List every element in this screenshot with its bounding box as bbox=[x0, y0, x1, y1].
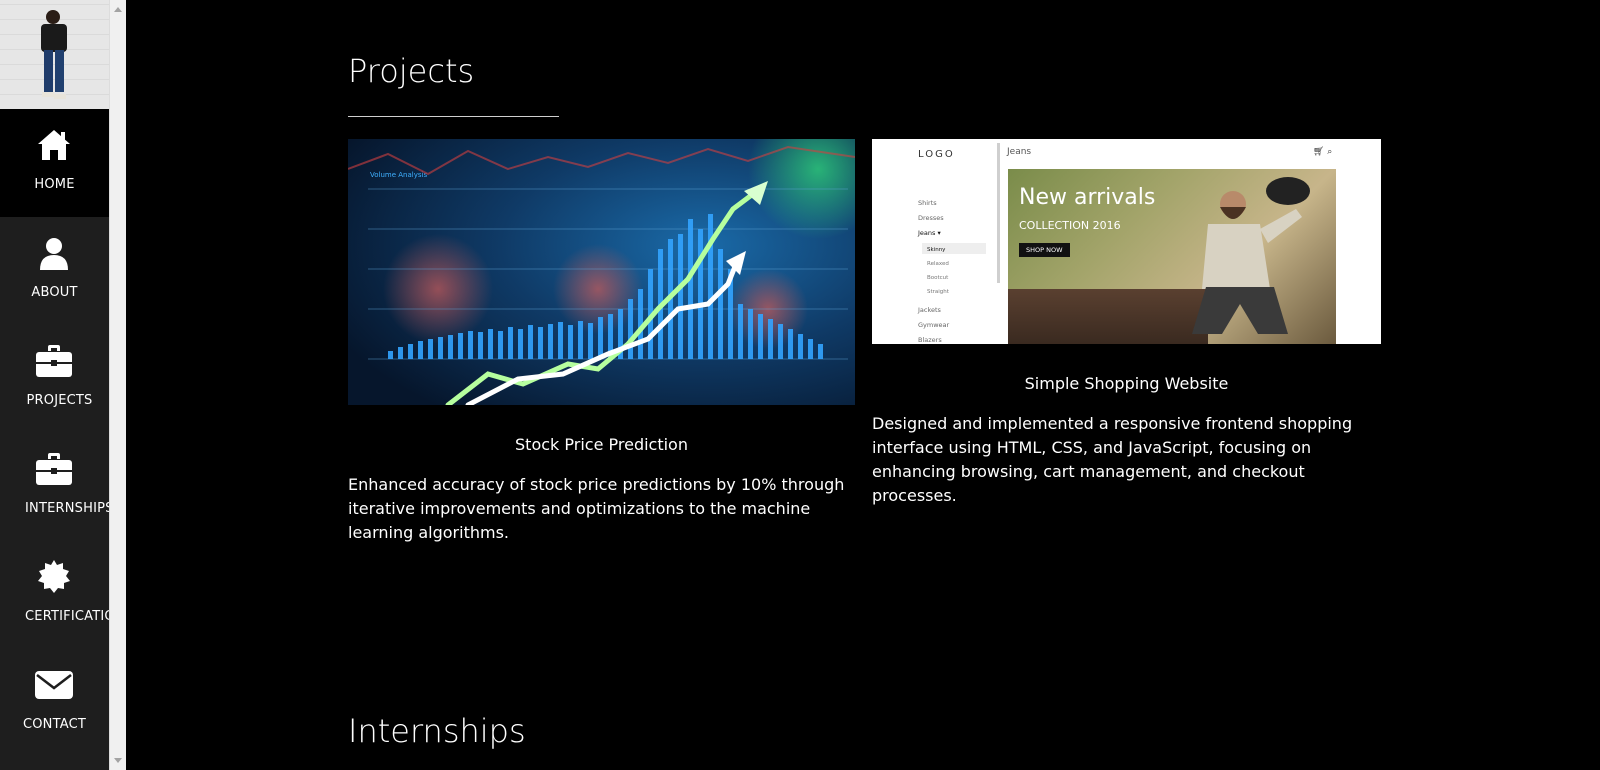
home-icon bbox=[38, 130, 70, 160]
certificate-icon bbox=[38, 560, 70, 593]
mock-menu-secondary: Jackets Gymwear Blazers bbox=[918, 303, 949, 344]
main-content: Projects Volume Analysis Stock Price Pre… bbox=[126, 0, 1600, 770]
mock-menu-item: Jeans ▾ bbox=[918, 229, 941, 237]
project-description: Designed and implemented a responsive fr… bbox=[872, 414, 1353, 505]
sidebar-item-label: CONTACT bbox=[22, 717, 87, 732]
scroll-up-arrow-icon[interactable] bbox=[114, 7, 122, 12]
chart-caption: Volume Analysis bbox=[370, 171, 427, 179]
mock-header: Jeans bbox=[1007, 147, 1032, 157]
mock-menu-item: Shirts bbox=[918, 199, 937, 207]
user-icon bbox=[40, 238, 68, 270]
mock-submenu-item: Skinny bbox=[927, 247, 946, 253]
sidebar-item-label: CERTIFICATIO bbox=[25, 609, 109, 624]
mock-scrollbar bbox=[997, 143, 1000, 283]
projects-heading-underline bbox=[348, 116, 559, 117]
sidebar-item-label: INTERNSHIPS bbox=[25, 501, 109, 516]
mock-menu-item: Jackets bbox=[918, 306, 941, 314]
mock-hero-person bbox=[1192, 177, 1310, 334]
sidebar-item-home[interactable]: HOME bbox=[0, 109, 109, 217]
mock-logo: LOGO bbox=[918, 149, 955, 160]
mock-hero-title: New arrivals bbox=[1019, 185, 1156, 210]
sidebar: HOME ABOUT PROJECTS INTERNSHIPS CERTIFIC… bbox=[0, 0, 109, 770]
sidebar-item-certifications[interactable]: CERTIFICATIO bbox=[0, 541, 109, 649]
sidebar-item-contact[interactable]: CONTACT bbox=[0, 649, 109, 757]
mock-menu-item: Dresses bbox=[918, 214, 944, 222]
internships-heading: Internships bbox=[348, 712, 526, 750]
project-description: Enhanced accuracy of stock price predict… bbox=[348, 475, 845, 542]
sidebar-item-projects[interactable]: PROJECTS bbox=[0, 325, 109, 433]
mock-menu: Shirts Dresses Jeans ▾ bbox=[918, 196, 944, 241]
mock-shop-now-button: SHOP NOW bbox=[1019, 243, 1070, 257]
sidebar-item-label: PROJECTS bbox=[26, 393, 93, 408]
mock-submenu-item: Relaxed bbox=[927, 261, 949, 267]
app-root: HOME ABOUT PROJECTS INTERNSHIPS CERTIFIC… bbox=[0, 0, 1600, 770]
mock-menu-item: Gymwear bbox=[918, 321, 950, 329]
mock-menu-item: Blazers bbox=[918, 336, 942, 344]
scroll-down-arrow-icon[interactable] bbox=[114, 758, 122, 763]
sidebar-item-internships[interactable]: INTERNSHIPS bbox=[0, 433, 109, 541]
briefcase-icon bbox=[36, 345, 72, 377]
mock-submenu-item: Straight bbox=[927, 289, 949, 295]
shopping-website-image[interactable]: LOGO Jeans 🛒︎ ⌕ Shirts Dresses Jeans ▾ S… bbox=[872, 139, 1381, 344]
projects-heading: Projects bbox=[348, 52, 475, 90]
sidebar-item-label: HOME bbox=[34, 177, 75, 192]
project-title: Simple Shopping Website bbox=[1024, 374, 1229, 393]
stock-chart-graphic: Volume Analysis bbox=[348, 139, 855, 405]
avatar[interactable] bbox=[0, 0, 109, 109]
cart-search-icon: 🛒︎ ⌕ bbox=[1313, 147, 1333, 157]
mock-submenu-item: Bootcut bbox=[927, 275, 949, 281]
avatar-person-figure bbox=[41, 10, 67, 99]
briefcase-icon bbox=[36, 453, 72, 485]
mock-submenu: Skinny Relaxed Bootcut Straight bbox=[927, 243, 949, 299]
envelope-icon bbox=[35, 671, 73, 699]
mock-hero-subtitle: COLLECTION 2016 bbox=[1019, 219, 1121, 232]
project-title: Stock Price Prediction bbox=[515, 435, 688, 454]
sidebar-item-label: ABOUT bbox=[31, 285, 78, 300]
stock-prediction-image[interactable]: Volume Analysis bbox=[348, 139, 855, 405]
sidebar-scrollbar[interactable] bbox=[109, 0, 126, 770]
sidebar-item-about[interactable]: ABOUT bbox=[0, 217, 109, 325]
mock-hero-banner: New arrivals COLLECTION 2016 SHOP NOW bbox=[1008, 169, 1336, 344]
